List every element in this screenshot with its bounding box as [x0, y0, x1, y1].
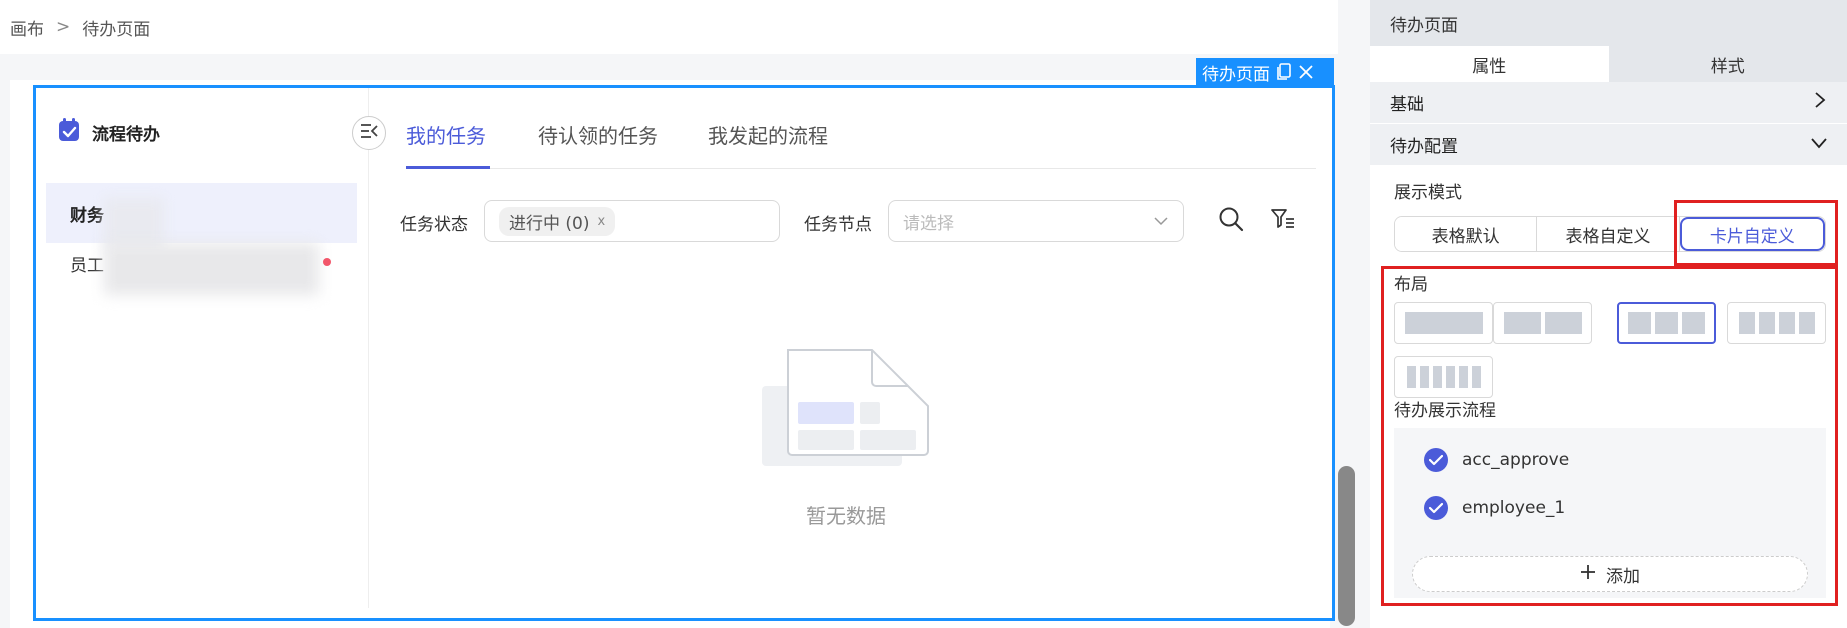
tab-style[interactable]: 样式: [1609, 46, 1847, 82]
display-mode-label: 展示模式: [1394, 183, 1462, 203]
highlight-box: [1674, 200, 1838, 266]
todo-config-body: 展示模式 表格默认 表格自定义 卡片自定义 布局 待办展示流程 acc_appr…: [1370, 166, 1847, 628]
breadcrumb-current: 待办页面: [82, 19, 151, 40]
chevron-down-icon: [1811, 135, 1827, 155]
selection-tag-label: 待办页面: [1202, 64, 1270, 85]
selection-outline: [33, 85, 1335, 621]
mode-table-default[interactable]: 表格默认: [1395, 217, 1538, 251]
breadcrumb: 画布 > 待办页面: [0, 0, 1338, 54]
tab-properties[interactable]: 属性: [1370, 46, 1609, 82]
section-todo-config-label: 待办配置: [1390, 137, 1458, 157]
properties-panel: 待办页面 属性 样式 基础 待办配置 展示模式 表格默认 表格自定义 卡片自定义…: [1370, 0, 1847, 628]
copy-icon[interactable]: [1276, 63, 1292, 81]
selection-tag: 待办页面: [1196, 58, 1334, 86]
breadcrumb-root[interactable]: 画布: [10, 15, 44, 40]
section-basic[interactable]: 基础: [1370, 82, 1847, 124]
highlight-box: [1381, 266, 1838, 606]
chevron-right-icon: [1813, 92, 1827, 113]
breadcrumb-separator: >: [56, 17, 71, 37]
canvas-scrollbar[interactable]: [1338, 466, 1355, 626]
canvas-area: 画布 > 待办页面 流程待办 财务 员工 我的任务 待认领的任务 我发起的流程 …: [0, 0, 1370, 628]
mode-table-custom[interactable]: 表格自定义: [1537, 217, 1680, 251]
panel-title: 待办页面: [1370, 0, 1847, 46]
panel-tabs: 属性 样式: [1370, 46, 1847, 82]
section-basic-label: 基础: [1390, 95, 1424, 115]
close-icon[interactable]: [1298, 64, 1314, 80]
section-todo-config[interactable]: 待办配置: [1370, 124, 1847, 166]
